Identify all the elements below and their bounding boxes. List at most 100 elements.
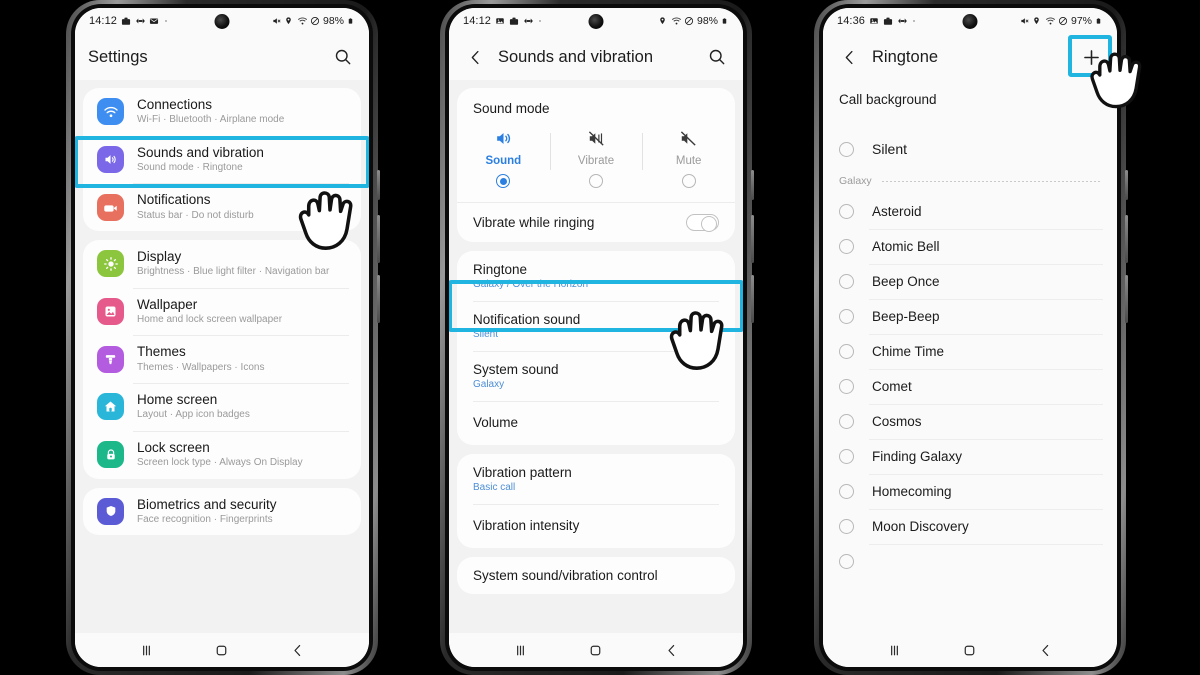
vibrate-icon xyxy=(588,131,604,146)
tone-row[interactable]: Beep-Beep xyxy=(823,299,1117,334)
tone-radio[interactable] xyxy=(839,449,854,464)
volume-up-button[interactable] xyxy=(751,215,754,263)
search-icon[interactable] xyxy=(704,44,730,70)
settings-item-wallpaper[interactable]: Wallpaper Home and lock screen wallpaper xyxy=(83,287,361,336)
tone-radio[interactable] xyxy=(839,484,854,499)
battery-percent: 97% xyxy=(1070,15,1092,27)
home-icon[interactable] xyxy=(961,642,978,659)
dnd-icon xyxy=(310,16,320,26)
status-bar-right: 97% xyxy=(1019,15,1105,27)
tone-row[interactable]: Finding Galaxy xyxy=(823,439,1117,474)
tone-row[interactable]: Beep Once xyxy=(823,264,1117,299)
tone-radio[interactable] xyxy=(839,309,854,324)
tone-radio[interactable] xyxy=(839,274,854,289)
back-icon[interactable] xyxy=(663,642,680,659)
mode-label: Sound xyxy=(485,155,522,167)
tone-radio[interactable] xyxy=(839,141,854,157)
vibrate-while-ringing-toggle[interactable] xyxy=(686,214,719,232)
vibrate-while-ringing-row[interactable]: Vibrate while ringing xyxy=(457,202,735,242)
tone-radio[interactable] xyxy=(839,239,854,254)
tone-row[interactable]: Asteroid xyxy=(823,194,1117,229)
back-chevron-icon[interactable] xyxy=(836,44,862,70)
radio-vibrate[interactable] xyxy=(589,174,603,188)
settings-item-sounds-and-vibration[interactable]: Sounds and vibration Sound mode · Ringto… xyxy=(83,135,361,184)
sounds-settings-list[interactable]: Sound mode Sound Vibrate Mute Vibrate wh… xyxy=(449,80,743,633)
themes-icon-tile xyxy=(97,345,124,373)
volume-up-button[interactable] xyxy=(1125,215,1128,263)
setting-row-notification-sound[interactable]: Notification sound Silent xyxy=(457,301,735,351)
call-background-row[interactable]: Call background xyxy=(823,80,1117,119)
settings-item-display[interactable]: Display Brightness · Blue light filter ·… xyxy=(83,240,361,288)
tone-row-silent[interactable]: Silent xyxy=(823,129,1117,169)
item-title: Ringtone xyxy=(473,262,528,277)
connections-icon-tile xyxy=(97,98,124,126)
tone-radio[interactable] xyxy=(839,519,854,534)
home-icon[interactable] xyxy=(213,642,230,659)
side-button-top[interactable] xyxy=(1125,170,1128,200)
sound-mode-option-vibrate[interactable]: Vibrate xyxy=(549,129,643,188)
settings-item-lock-screen[interactable]: Lock screen Screen lock type · Always On… xyxy=(83,430,361,479)
tone-label: Atomic Bell xyxy=(872,239,940,254)
setting-row-vibration-intensity[interactable]: Vibration intensity xyxy=(457,504,735,548)
dual-sim-icon xyxy=(897,16,907,26)
settings-item-connections[interactable]: Connections Wi-Fi · Bluetooth · Airplane… xyxy=(83,88,361,136)
settings-item-themes[interactable]: Themes Themes · Wallpapers · Icons xyxy=(83,335,361,383)
back-icon[interactable] xyxy=(289,642,306,659)
radio-sound[interactable] xyxy=(496,174,511,188)
tone-radio[interactable] xyxy=(839,554,854,569)
volume-down-button[interactable] xyxy=(377,275,380,323)
status-bar: 14:12 98% xyxy=(75,8,369,34)
tone-radio[interactable] xyxy=(839,379,854,394)
settings-list[interactable]: Connections Wi-Fi · Bluetooth · Airplane… xyxy=(75,80,369,633)
tone-row[interactable]: Chime Time xyxy=(823,334,1117,369)
recents-icon[interactable] xyxy=(886,642,903,659)
tone-row[interactable]: Moon Discovery xyxy=(823,509,1117,544)
search-icon[interactable] xyxy=(330,44,356,70)
side-button-top[interactable] xyxy=(377,170,380,200)
mute-icon xyxy=(271,16,281,26)
back-chevron-icon[interactable] xyxy=(462,44,488,70)
recents-icon[interactable] xyxy=(138,642,155,659)
volume-up-button[interactable] xyxy=(377,215,380,263)
item-title: Connections xyxy=(137,97,213,112)
item-title: Display xyxy=(137,249,182,265)
side-button-top[interactable] xyxy=(751,170,754,200)
setting-row-volume[interactable]: Volume xyxy=(457,401,735,445)
tone-radio[interactable] xyxy=(839,204,854,219)
volume-down-button[interactable] xyxy=(751,275,754,323)
home-screen-texts: Home screen Layout · App icon badges xyxy=(137,392,250,422)
settings-item-home-screen[interactable]: Home screen Layout · App icon badges xyxy=(83,383,361,431)
ringtone-texts: Ringtone Galaxy / Over the Horizon xyxy=(473,262,719,290)
tone-row[interactable]: Comet xyxy=(823,369,1117,404)
plus-icon[interactable] xyxy=(1078,44,1104,70)
location-icon xyxy=(1032,16,1042,26)
sound-mode-option-mute[interactable]: Mute xyxy=(642,129,735,188)
setting-row-vibration-pattern[interactable]: Vibration pattern Basic call xyxy=(457,454,735,504)
back-icon[interactable] xyxy=(1037,642,1054,659)
tone-row[interactable]: Cosmos xyxy=(823,404,1117,439)
tone-row[interactable]: Atomic Bell xyxy=(823,229,1117,264)
call-background-section: Call background xyxy=(823,80,1117,119)
setting-row-ringtone[interactable]: Ringtone Galaxy / Over the Horizon xyxy=(457,251,735,301)
setting-row-system-sound[interactable]: System sound Galaxy xyxy=(457,351,735,401)
tone-row[interactable]: Homecoming xyxy=(823,474,1117,509)
sound-mode-option-sound[interactable]: Sound xyxy=(457,129,550,188)
tone-radio[interactable] xyxy=(839,344,854,359)
tone-radio[interactable] xyxy=(839,414,854,429)
system-control-texts: System sound/vibration control xyxy=(473,568,719,583)
radio-mute[interactable] xyxy=(681,174,696,188)
volume-down-button[interactable] xyxy=(1125,275,1128,323)
display-texts: Display Brightness · Blue light filter ·… xyxy=(137,249,329,279)
setting-row-system-sound-vibration-control[interactable]: System sound/vibration control xyxy=(457,557,735,594)
status-bar-right: 98% xyxy=(658,15,731,27)
lock-screen-icon-tile xyxy=(97,441,124,469)
item-subtitle: Galaxy / Over the Horizon xyxy=(473,279,589,290)
wifi-icon xyxy=(297,16,308,26)
sound-mode-label: Sound mode xyxy=(473,101,550,116)
ringtone-list[interactable]: Call background Silent Galaxy Asteroid A… xyxy=(823,80,1117,633)
recents-icon[interactable] xyxy=(512,642,529,659)
tone-row[interactable] xyxy=(823,544,1117,579)
settings-item-notifications[interactable]: Notifications Status bar · Do not distur… xyxy=(83,183,361,231)
settings-item-biometrics-and-security[interactable]: Biometrics and security Face recognition… xyxy=(83,488,361,536)
home-icon[interactable] xyxy=(587,642,604,659)
